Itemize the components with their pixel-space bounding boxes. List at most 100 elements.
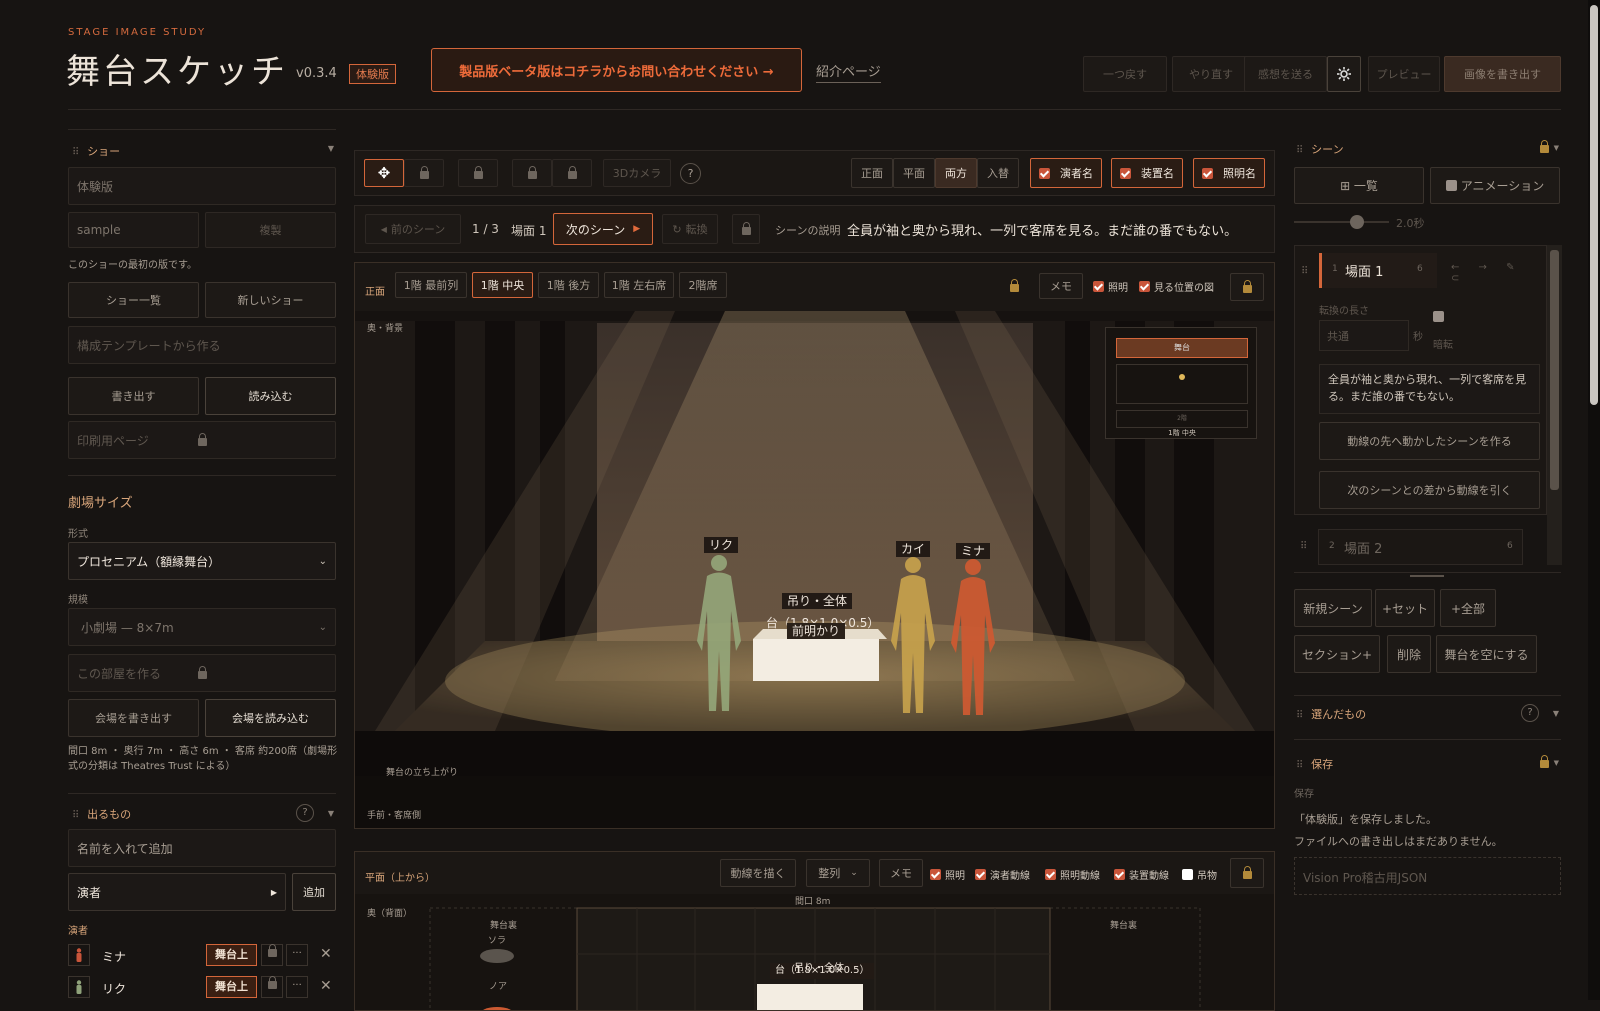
- transition-input[interactable]: 共通: [1319, 320, 1409, 351]
- cast-row[interactable]: リク 舞台上 ··· ✕: [68, 976, 336, 1000]
- chevron-down-icon[interactable]: ▼: [1553, 709, 1559, 718]
- print-page-button[interactable]: 印刷用ページ: [68, 421, 336, 459]
- help-icon[interactable]: ?: [296, 804, 314, 822]
- clear-stage-button[interactable]: 舞台を空にする: [1436, 635, 1537, 673]
- scene-description-input[interactable]: 全員が袖と奥から現れ、一列で客席を見る。まだ誰の番でもない。: [1319, 364, 1540, 414]
- actor-path-checkbox[interactable]: 演者動線: [975, 867, 1030, 882]
- plan-lock-button[interactable]: [1230, 858, 1264, 888]
- format-select[interactable]: プロセニアム（額縁舞台） ⌄: [68, 542, 336, 580]
- undo-button[interactable]: 一つ戻す: [1083, 56, 1167, 92]
- make-room-button[interactable]: この部屋を作る: [68, 654, 336, 692]
- actor-names-toggle[interactable]: 演者名: [1030, 158, 1102, 188]
- more-icon[interactable]: ···: [286, 976, 308, 998]
- drag-handle-icon[interactable]: ⠿: [1300, 541, 1307, 552]
- view-both-button[interactable]: 両方: [935, 158, 977, 188]
- scale-select[interactable]: 小劇場 — 8×7m ⌄: [68, 608, 336, 646]
- drag-handle-icon[interactable]: ⠿: [72, 147, 79, 158]
- show-section-header[interactable]: ⠿ ショー ▼: [72, 143, 334, 159]
- set-names-toggle[interactable]: 装置名: [1111, 158, 1183, 188]
- selected-header[interactable]: ⠿ 選んだもの ? ▼: [1296, 704, 1559, 724]
- set-path-checkbox[interactable]: 装置動線: [1114, 867, 1169, 882]
- drag-handle-icon[interactable]: ⠿: [1296, 145, 1303, 156]
- duration-slider[interactable]: [1294, 215, 1389, 229]
- add-cast-button[interactable]: 追加: [292, 873, 336, 911]
- settings-button[interactable]: [1327, 56, 1361, 92]
- window-scrollbar[interactable]: [1588, 0, 1600, 1000]
- scene-actions[interactable]: ← → ✎ ⊂: [1451, 262, 1546, 284]
- export-venue-button[interactable]: 会場を書き出す: [68, 699, 199, 737]
- slider-thumb[interactable]: [1350, 215, 1364, 229]
- scrollbar-thumb[interactable]: [1550, 250, 1559, 490]
- make-moved-scene-button[interactable]: 動線の先へ動かしたシーンを作る: [1319, 422, 1540, 460]
- drag-handle-icon[interactable]: ⠿: [72, 810, 79, 821]
- preview-button[interactable]: プレビュー: [1368, 56, 1440, 92]
- import-show-button[interactable]: 読み込む: [205, 377, 336, 415]
- light-checkbox[interactable]: 照明: [1093, 279, 1128, 294]
- duplicate-button[interactable]: 複製: [205, 212, 336, 248]
- scene-name[interactable]: 場面 1: [1345, 261, 1383, 280]
- next-scene-button[interactable]: 次のシーン ▶: [553, 213, 653, 245]
- locked-tool-3[interactable]: [512, 159, 552, 187]
- import-venue-button[interactable]: 会場を読み込む: [205, 699, 336, 737]
- scene-list-scrollbar[interactable]: [1547, 245, 1562, 565]
- minimap[interactable]: 舞台 2階 1階 中央: [1105, 327, 1257, 439]
- chevron-down-icon[interactable]: ▼: [1554, 759, 1559, 767]
- add-set-button[interactable]: +セット: [1375, 589, 1435, 627]
- chevron-down-icon[interactable]: ▼: [328, 144, 334, 153]
- seat-button[interactable]: 1階 左右席: [604, 272, 674, 298]
- vision-pro-json-button[interactable]: Vision Pro稽古用JSON: [1294, 857, 1561, 895]
- lock-scene-button[interactable]: [732, 214, 760, 244]
- memo-button[interactable]: メモ: [1039, 273, 1083, 299]
- seat-button[interactable]: 1階 後方: [538, 272, 599, 298]
- draw-diff-path-button[interactable]: 次のシーンとの差から動線を引く: [1319, 471, 1540, 509]
- cast-type-select[interactable]: 演者 ▶: [68, 873, 286, 911]
- drag-handle-icon[interactable]: ⠿: [1296, 760, 1303, 771]
- export-show-button[interactable]: 書き出す: [68, 377, 199, 415]
- scene-card-2[interactable]: ⠿ 2 場面 2 6: [1294, 529, 1547, 565]
- add-section-button[interactable]: セクション+: [1294, 635, 1380, 673]
- feedback-button[interactable]: 感想を送る: [1244, 56, 1327, 92]
- promo-button[interactable]: 製品版ベータ版はコチラからお問い合わせください →: [431, 48, 802, 92]
- locked-tool-1[interactable]: [404, 159, 444, 187]
- export-image-button[interactable]: 画像を書き出す: [1444, 56, 1561, 92]
- locked-tool-4[interactable]: [552, 159, 592, 187]
- help-icon[interactable]: ?: [1521, 704, 1539, 722]
- drag-handle-icon[interactable]: ⠿: [1296, 710, 1303, 721]
- scenes-header[interactable]: ⠿ シーン ▼: [1296, 140, 1559, 159]
- move-tool-button[interactable]: ✥: [364, 159, 404, 187]
- light-names-toggle[interactable]: 照明名: [1193, 158, 1265, 188]
- scene-name[interactable]: 場面 2: [1344, 538, 1382, 557]
- seat-button[interactable]: 1階 最前列: [395, 272, 467, 298]
- close-icon[interactable]: ✕: [320, 978, 332, 994]
- seat-button-active[interactable]: 1階 中央: [472, 272, 533, 298]
- resize-grip[interactable]: [1410, 575, 1444, 577]
- plan-light-checkbox[interactable]: 照明: [930, 867, 965, 882]
- new-scene-button[interactable]: 新規シーン: [1294, 589, 1372, 627]
- new-show-button[interactable]: 新しいショー: [205, 282, 336, 318]
- view-plan-button[interactable]: 平面: [893, 158, 935, 188]
- view-front-button[interactable]: 正面: [851, 158, 893, 188]
- delete-scene-button[interactable]: 削除: [1387, 635, 1431, 673]
- add-name-input[interactable]: 名前を入れて追加: [68, 829, 336, 867]
- chevron-down-icon[interactable]: ▼: [328, 809, 334, 818]
- intro-link[interactable]: 紹介ページ: [816, 61, 881, 83]
- cast-status-button[interactable]: 舞台上: [206, 944, 257, 966]
- fly-checkbox[interactable]: 吊物: [1182, 867, 1217, 882]
- scene-list-button[interactable]: ⊞ 一覧: [1294, 167, 1424, 204]
- save-header[interactable]: ⠿ 保存 ▼: [1296, 755, 1559, 774]
- 3d-camera-button[interactable]: 3Dカメラ: [603, 159, 671, 187]
- prev-scene-button[interactable]: ◀ 前のシーン: [365, 214, 461, 244]
- plan-render[interactable]: [355, 894, 1274, 1011]
- lock-toggle[interactable]: [261, 976, 283, 998]
- light-path-checkbox[interactable]: 照明動線: [1045, 867, 1100, 882]
- scrollbar-thumb[interactable]: [1590, 5, 1598, 405]
- help-icon[interactable]: ?: [680, 163, 701, 184]
- add-all-button[interactable]: +全部: [1440, 589, 1496, 627]
- show-list-button[interactable]: ショー一覧: [68, 282, 199, 318]
- lock-toggle[interactable]: [261, 944, 283, 966]
- close-icon[interactable]: ✕: [320, 946, 332, 962]
- locked-tool-2[interactable]: [458, 159, 498, 187]
- plan-memo-button[interactable]: メモ: [879, 859, 923, 887]
- more-icon[interactable]: ···: [286, 944, 308, 966]
- view-swap-button[interactable]: 入替: [977, 158, 1019, 188]
